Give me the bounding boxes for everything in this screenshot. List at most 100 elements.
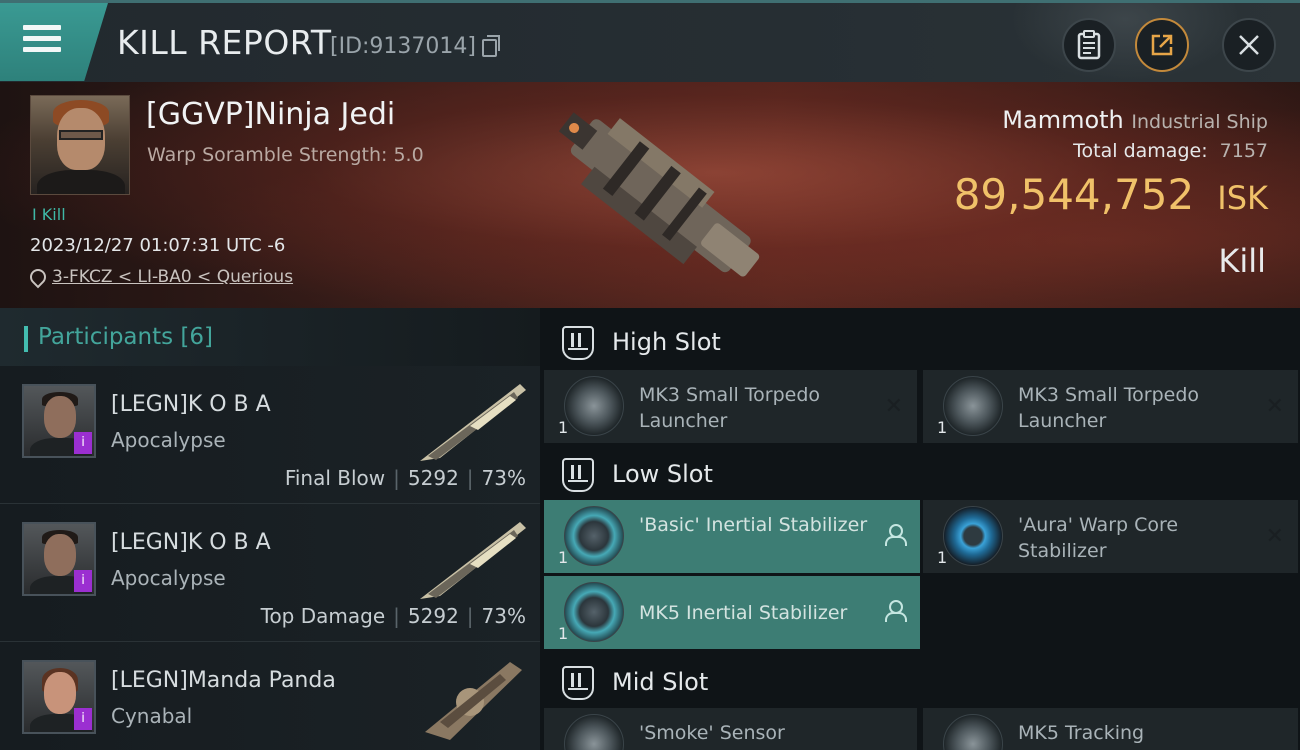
participants-title: Participants [6] (38, 324, 214, 350)
close-x-icon: ✕ (884, 394, 903, 419)
person-icon (884, 600, 907, 622)
low-slot-title: Low Slot (612, 460, 713, 488)
module-quantity: 1 (558, 418, 569, 437)
module-item[interactable]: 1 'Basic' Inertial Stabilizer (544, 500, 920, 573)
slot-icon (562, 458, 594, 492)
menu-button[interactable] (0, 3, 108, 81)
torpedo-launcher-icon (564, 376, 624, 436)
victim-ship[interactable]: Mammoth Industrial Ship (1002, 106, 1268, 134)
kill-datetime: 2023/12/27 01:07:31 UTC -6 (30, 235, 286, 256)
module-item[interactable]: 1 MK3 Small Torpedo Launcher ✕ (544, 370, 917, 443)
module-quantity: 1 (558, 548, 569, 567)
participant-role: Top Damage (260, 604, 386, 628)
participant-ship: Apocalypse (111, 566, 226, 590)
victim-ship-image (558, 112, 760, 277)
participant-ship: Cynabal (111, 704, 193, 728)
warp-scramble-strength: Warp Soramble Strength: 5.0 (147, 144, 424, 166)
high-slot-header: High Slot (544, 310, 1300, 372)
participant-stats: Final Blow | 5292 | 73% (284, 466, 526, 490)
export-icon (1151, 34, 1173, 56)
info-badge-icon: i (74, 570, 92, 592)
module-item[interactable]: 1 MK5 Inertial Stabilizer (544, 576, 920, 649)
export-button[interactable] (1135, 18, 1189, 72)
copy-icon[interactable] (482, 35, 500, 57)
participant-percent: 73% (481, 604, 526, 628)
page-title: KILL REPORT (117, 23, 332, 62)
kill-location[interactable]: 3-FKCZ < LI-BA0 < Querious (30, 267, 293, 287)
module-name: MK5 Tracking (1018, 722, 1145, 744)
isk-amount: 89,544,752 (953, 170, 1195, 219)
module-item[interactable]: 1 'Aura' Warp Core Stabilizer ✕ (923, 500, 1298, 573)
tracking-computer-icon (943, 714, 1003, 750)
top-bar: KILL REPORT [ID:9137014] (0, 0, 1300, 83)
participant-name: [LEGN]K O B A (111, 392, 271, 417)
participant-ship-image (420, 522, 526, 599)
participant-name: [LEGN]Manda Panda (111, 668, 336, 693)
participant-ship-image (420, 384, 526, 461)
isk-value: 89,544,752 ISK (954, 170, 1268, 219)
kill-tag: I Kill (32, 205, 66, 224)
slot-icon (562, 326, 594, 360)
info-badge-icon: i (74, 432, 92, 454)
module-quantity: 1 (937, 548, 948, 567)
module-name: 'Aura' Warp Core Stabilizer (1018, 514, 1179, 562)
victim-ship-class: Industrial Ship (1131, 111, 1268, 133)
module-name: 'Basic' Inertial Stabilizer (639, 514, 868, 536)
participant-row[interactable]: i [LEGN]Manda Panda Cynabal (0, 642, 540, 750)
module-name: MK5 Inertial Stabilizer (639, 602, 848, 624)
mid-slot-title: Mid Slot (612, 668, 709, 696)
participant-name: [LEGN]K O B A (111, 530, 271, 555)
module-name: MK3 Small Torpedo Launcher (639, 384, 821, 432)
menu-icon (23, 25, 61, 55)
torpedo-launcher-icon (943, 376, 1003, 436)
mid-slot-header: Mid Slot (544, 650, 1300, 712)
participant-row[interactable]: i [LEGN]K O B A Apocalypse Top Damage | 52… (0, 504, 540, 642)
location-link[interactable]: 3-FKCZ < LI-BA0 < Querious (52, 267, 293, 287)
total-damage-value: 7157 (1219, 140, 1268, 162)
slot-icon (562, 666, 594, 700)
close-icon (1239, 35, 1259, 55)
participant-ship-image (425, 662, 522, 740)
sensor-icon (564, 714, 624, 750)
report-id: [ID:9137014] (330, 34, 476, 59)
module-name: 'Smoke' Sensor (639, 722, 785, 744)
close-x-icon: ✕ (1265, 394, 1284, 419)
clipboard-button[interactable] (1062, 18, 1116, 72)
participant-ship: Apocalypse (111, 428, 226, 452)
close-x-icon: ✕ (1265, 524, 1284, 549)
participant-damage: 5292 (407, 466, 459, 490)
participant-percent: 73% (481, 466, 526, 490)
low-slot-header: Low Slot (544, 442, 1300, 504)
fitting-panel: High Slot 1 MK3 Small Torpedo Launcher ✕… (540, 308, 1300, 750)
victim-banner: [GGVP]Ninja Jedi Warp Soramble Strength:… (0, 82, 1300, 308)
kill-result: Kill (1218, 242, 1266, 280)
avatar[interactable]: i (22, 384, 96, 458)
participant-row[interactable]: i [LEGN]K O B A Apocalypse Final Blow | 52… (0, 366, 540, 504)
total-damage-label: Total damage: (1073, 140, 1208, 162)
module-quantity: 1 (558, 624, 569, 643)
avatar[interactable]: i (22, 522, 96, 596)
victim-portrait[interactable] (30, 95, 130, 195)
victim-name[interactable]: [GGVP]Ninja Jedi (146, 97, 395, 132)
inertial-stabilizer-icon (564, 506, 624, 566)
victim-ship-name: Mammoth (1002, 106, 1124, 134)
participant-stats: Top Damage | 5292 | 73% (260, 604, 526, 628)
module-name: MK3 Small Torpedo Launcher (1018, 384, 1200, 432)
high-slot-title: High Slot (612, 328, 721, 356)
warp-core-stabilizer-icon (943, 506, 1003, 566)
participants-header: Participants [6] (0, 308, 540, 366)
header-decoration (1010, 3, 1240, 83)
module-item[interactable]: 1 MK5 Tracking (923, 708, 1298, 750)
total-damage: Total damage: 7157 (1073, 140, 1268, 162)
isk-unit: ISK (1217, 179, 1268, 217)
avatar[interactable]: i (22, 660, 96, 734)
inertial-stabilizer-icon (564, 582, 624, 642)
module-item[interactable]: 1 'Smoke' Sensor (544, 708, 917, 750)
module-quantity: 1 (937, 418, 948, 437)
module-item[interactable]: 1 MK3 Small Torpedo Launcher ✕ (923, 370, 1298, 443)
info-badge-icon: i (74, 708, 92, 730)
person-icon (884, 524, 907, 546)
participant-role: Final Blow (284, 466, 386, 490)
close-button[interactable] (1222, 18, 1276, 72)
participant-damage: 5292 (407, 604, 459, 628)
